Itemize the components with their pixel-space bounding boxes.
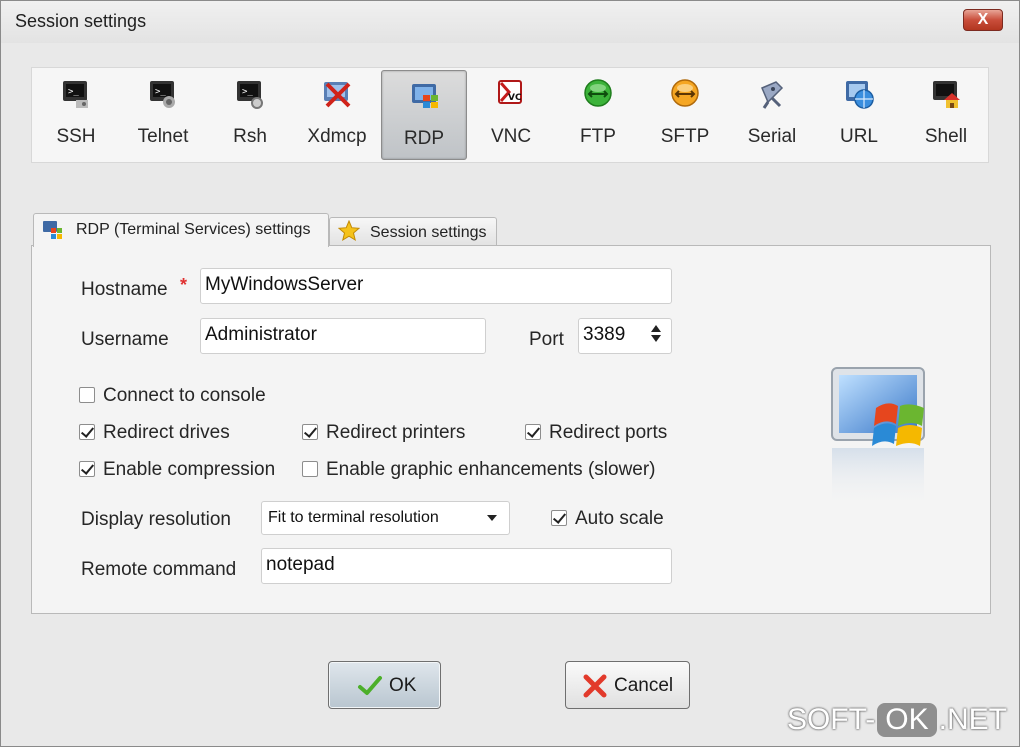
session-type-telnet[interactable]: >_ Telnet [120,68,206,162]
graphic-enhancements-checkbox[interactable]: Enable graphic enhancements (slower) [302,459,682,483]
session-settings-dialog: Session settings X >_ SSH >_ Telnet >_ R… [0,0,1020,747]
window-title: Session settings [15,11,147,31]
ftp-globe-icon [584,79,612,107]
svg-text:>_: >_ [242,87,253,97]
session-type-sftp[interactable]: SFTP [642,68,728,162]
vnc-icon: VC [498,80,522,104]
svg-text:VC: VC [508,93,522,103]
session-type-label: RDP [403,128,445,149]
checkbox-label: Connect to console [103,385,266,406]
checkbox-box[interactable] [302,461,318,477]
checkbox-box[interactable] [79,461,95,477]
check-icon [358,676,382,695]
display-resolution-select[interactable]: Fit to terminal resolution [261,501,510,535]
session-type-serial[interactable]: Serial [729,68,815,162]
tab-rdp-settings[interactable]: RDP (Terminal Services) settings [33,213,329,247]
port-label: Port [529,329,564,350]
spin-up-icon[interactable] [651,325,661,332]
session-type-vnc[interactable]: VC VNC [468,68,554,162]
sftp-globe-icon [671,79,699,107]
cancel-label: Cancel [614,675,674,696]
session-type-label: Serial [747,126,797,147]
connect-console-checkbox[interactable]: Connect to console [79,385,339,409]
remote-command-input[interactable]: notepad [261,548,672,584]
display-resolution-value: Fit to terminal resolution [268,509,439,526]
required-marker: * [180,275,188,295]
checkbox-label: Enable graphic enhancements (slower) [326,459,656,480]
session-type-rsh[interactable]: >_ Rsh [207,68,293,162]
telnet-terminal-icon: >_ [150,81,175,108]
checkbox-box[interactable] [79,424,95,440]
port-value: 3389 [583,324,626,345]
checkbox-box[interactable] [302,424,318,440]
ok-button[interactable]: OK [328,661,441,709]
checkbox-label: Redirect printers [326,422,466,443]
session-type-ssh[interactable]: >_ SSH [33,68,119,162]
xdmcp-icon [324,82,351,108]
session-type-label: Rsh [233,126,267,147]
svg-text:>_: >_ [68,87,79,97]
display-resolution-label: Display resolution [81,509,231,530]
rdp-windows-icon [412,84,438,108]
watermark-right: .NET [938,703,1007,736]
checkbox-label: Enable compression [103,459,276,480]
watermark-left: SOFT- [786,703,876,736]
username-label: Username [81,329,169,350]
session-type-label: SFTP [660,126,710,147]
auto-scale-checkbox[interactable]: Auto scale [551,508,691,532]
session-type-ftp[interactable]: FTP [555,68,641,162]
url-globe-icon [846,81,874,109]
ok-label: OK [389,675,417,696]
checkbox-box[interactable] [551,510,567,526]
session-type-label: URL [839,126,878,147]
rdp-settings-panel: Hostname * MyWindowsServer Username Admi… [31,245,991,614]
checkbox-box[interactable] [79,387,95,403]
star-icon [338,220,360,242]
session-type-label: FTP [580,126,616,147]
checkbox-label: Redirect ports [549,422,668,443]
spin-down-icon[interactable] [651,335,661,342]
rdp-monitor-illustration-icon [831,367,925,508]
hostname-label: Hostname [81,279,168,300]
session-type-label: Telnet [137,126,189,147]
hostname-input[interactable]: MyWindowsServer [200,268,672,304]
checkbox-label: Redirect drives [103,422,230,443]
red-x-icon [583,674,607,698]
serial-plug-icon [761,81,784,109]
watermark-box: OK [877,703,937,737]
session-type-label: Xdmcp [307,126,367,147]
title-bar: Session settings X [1,1,1019,43]
rsh-terminal-icon: >_ [237,81,263,109]
remote-command-label: Remote command [81,559,237,580]
close-button[interactable]: X [963,9,1003,31]
tab-label: RDP (Terminal Services) settings [76,221,311,238]
session-type-xdmcp[interactable]: Xdmcp [294,68,380,162]
checkbox-box[interactable] [525,424,541,440]
session-type-url[interactable]: URL [816,68,902,162]
windows-flag-icon [43,221,62,239]
shell-home-icon [933,81,960,108]
session-type-shell[interactable]: Shell [903,68,989,162]
watermark: SOFT- OK .NET [787,703,1007,743]
enable-compression-checkbox[interactable]: Enable compression [79,459,299,483]
session-type-toolbar: >_ SSH >_ Telnet >_ Rsh Xdmcp RDP VC VNC… [31,67,989,163]
redirect-printers-checkbox[interactable]: Redirect printers [302,422,522,446]
chevron-down-icon[interactable] [487,515,497,521]
svg-text:>_: >_ [155,87,166,97]
port-spinbox[interactable]: 3389 [578,318,672,354]
session-type-label: VNC [490,126,532,147]
session-type-label: Shell [924,126,968,147]
cancel-button[interactable]: Cancel [565,661,690,709]
redirect-drives-checkbox[interactable]: Redirect drives [79,422,299,446]
username-input[interactable]: Administrator [200,318,486,354]
ssh-terminal-icon: >_ [63,81,88,108]
checkbox-label: Auto scale [575,508,664,529]
tab-label: Session settings [370,224,487,241]
session-type-label: SSH [56,126,96,147]
tab-session-settings[interactable]: Session settings [329,217,497,246]
redirect-ports-checkbox[interactable]: Redirect ports [525,422,725,446]
session-type-rdp[interactable]: RDP [381,70,467,160]
port-spin-arrows[interactable] [649,322,663,345]
